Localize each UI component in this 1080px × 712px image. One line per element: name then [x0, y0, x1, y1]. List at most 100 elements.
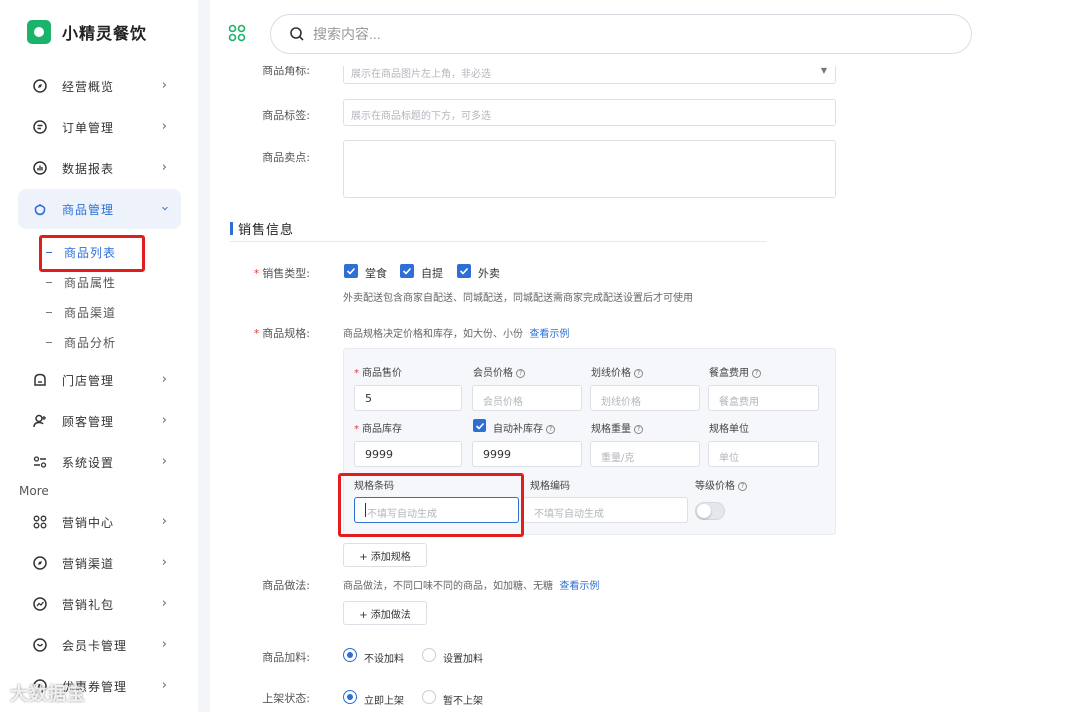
sidebar-item-stores[interactable]: 门店管理 ›: [18, 360, 181, 400]
method-label: 商品做法:: [262, 579, 310, 592]
sidebar-item-marketing-channel[interactable]: 营销渠道 ›: [18, 543, 181, 583]
highlight-box-barcode: [338, 473, 524, 537]
shelf-later-label: 暂不上架: [443, 696, 483, 707]
sale-type-pickup-checkbox[interactable]: [400, 264, 414, 278]
sidebar-item-label: 顾客管理: [62, 414, 115, 429]
sidebar-item-label: 商品管理: [62, 202, 115, 217]
help-icon: ?: [738, 482, 747, 491]
order-icon: [32, 119, 48, 135]
product-tags-label: 商品标签:: [262, 109, 310, 122]
add-method-button[interactable]: + 添加做法: [343, 601, 427, 625]
chevron-right-icon: ›: [161, 413, 167, 428]
spec-code-label: 规格编码: [530, 481, 570, 492]
sidebar-item-gift-pack[interactable]: 营销礼包 ›: [18, 584, 181, 624]
customer-icon: [32, 413, 48, 429]
stock-input[interactable]: 9999: [354, 441, 462, 467]
dashboard-icon: [32, 78, 48, 94]
auto-restock-checkbox[interactable]: [473, 419, 486, 432]
top-header: [210, 0, 1080, 66]
app-name: 小精灵餐饮: [62, 24, 148, 43]
addon-set-radio[interactable]: [422, 648, 436, 662]
addon-set-label: 设置加料: [443, 654, 483, 665]
sale-type-hint: 外卖配送包含商家自配送、同城配送，同城配送需商家完成配送设置后才可使用: [343, 293, 693, 304]
scrollbar[interactable]: [1074, 66, 1080, 712]
marketing-icon: [32, 514, 48, 530]
spec-label: * 商品规格:: [253, 327, 310, 340]
sidebar-item-orders[interactable]: 订单管理 ›: [18, 107, 181, 147]
sale-type-dinein-label: 堂食: [365, 267, 387, 280]
search-bar[interactable]: [270, 14, 972, 54]
sidebar-item-settings[interactable]: 系统设置 ›: [18, 442, 181, 482]
sale-type-label: * 销售类型:: [253, 267, 310, 280]
sidebar-item-marketing-center[interactable]: 营销中心 ›: [18, 502, 181, 542]
product-form: 商品角标: 展示在商品图片左上角，非必选 ▼ 商品标签: 展示在商品标题的下方，…: [210, 66, 1080, 712]
method-example-link[interactable]: 查看示例: [559, 581, 599, 592]
add-spec-button[interactable]: + 添加规格: [343, 543, 427, 567]
chevron-right-icon: ›: [161, 514, 167, 529]
help-icon: ?: [634, 425, 643, 434]
sidebar-subitem-product-attributes[interactable]: 商品属性: [46, 272, 116, 292]
channel-icon: [32, 555, 48, 571]
apps-grid-icon[interactable]: [228, 24, 246, 42]
spec-code-input[interactable]: 不填写自动生成: [523, 497, 688, 523]
member-price-input[interactable]: 会员价格: [472, 385, 582, 411]
settings-icon: [32, 454, 48, 470]
sidebar-subitem-product-channels[interactable]: 商品渠道: [46, 302, 116, 322]
sidebar-subitem-label: 商品渠道: [64, 305, 117, 320]
price-input[interactable]: 5: [354, 385, 462, 411]
sidebar-item-member-card[interactable]: 会员卡管理 ›: [18, 625, 181, 665]
weight-label: 规格重量?: [591, 420, 643, 435]
member-price-label: 会员价格?: [473, 364, 525, 379]
sidebar-subitem-product-analysis[interactable]: 商品分析: [46, 332, 116, 352]
spec-hint: 商品规格决定价格和库存，如大份、小份 查看示例: [343, 329, 570, 340]
section-divider: [230, 241, 767, 242]
auto-restock-label: 自动补库存?: [493, 420, 555, 435]
product-badge-placeholder: 展示在商品图片左上角，非必选: [351, 69, 491, 80]
app-logo[interactable]: 小精灵餐饮: [27, 20, 147, 44]
chevron-right-icon: ›: [161, 678, 167, 693]
product-tags-placeholder: 展示在商品标题的下方，可多选: [351, 111, 491, 122]
sale-type-dinein-checkbox[interactable]: [344, 264, 358, 278]
product-tags-select[interactable]: 展示在商品标题的下方，可多选: [343, 99, 836, 126]
sidebar-item-label: 营销礼包: [62, 597, 115, 612]
strike-price-input[interactable]: 划线价格: [590, 385, 700, 411]
price-label: * 商品售价: [354, 368, 402, 379]
chevron-right-icon: ›: [161, 637, 167, 652]
help-icon: ?: [634, 369, 643, 378]
sidebar-item-label: 门店管理: [62, 373, 115, 388]
sidebar-item-overview[interactable]: 经营概览 ›: [18, 66, 181, 106]
sidebar-item-label: 营销中心: [62, 515, 115, 530]
chevron-right-icon: ›: [161, 160, 167, 175]
addon-none-radio[interactable]: [343, 648, 357, 662]
unit-input[interactable]: 单位: [708, 441, 819, 467]
selling-points-label: 商品卖点:: [262, 151, 310, 164]
gift-icon: [32, 596, 48, 612]
sidebar-item-reports[interactable]: 数据报表 ›: [18, 148, 181, 188]
sale-type-delivery-checkbox[interactable]: [457, 264, 471, 278]
search-icon: [290, 27, 304, 41]
help-icon: ?: [546, 425, 555, 434]
sidebar-subitem-label: 商品分析: [64, 335, 117, 350]
selling-points-textarea[interactable]: [343, 140, 836, 198]
box-fee-label: 餐盒费用?: [709, 364, 761, 379]
member-card-icon: [32, 637, 48, 653]
sidebar-item-customers[interactable]: 顾客管理 ›: [18, 401, 181, 441]
level-price-toggle[interactable]: [695, 502, 725, 520]
sidebar-item-products[interactable]: 商品管理 ›: [18, 189, 181, 229]
product-icon: [32, 201, 48, 217]
shelf-later-radio[interactable]: [422, 690, 436, 704]
sidebar: 小精灵餐饮 经营概览 › 订单管理 › 数据报表 › 商品管理 › 商品列表 商…: [0, 0, 198, 712]
spec-example-link[interactable]: 查看示例: [529, 329, 569, 340]
addon-label: 商品加料:: [262, 651, 310, 664]
search-input[interactable]: [313, 26, 913, 42]
sidebar-item-label: 数据报表: [62, 161, 115, 176]
shelf-now-radio[interactable]: [343, 690, 357, 704]
product-badge-select[interactable]: 展示在商品图片左上角，非必选 ▼: [343, 66, 836, 84]
auto-restock-input[interactable]: 9999: [472, 441, 582, 467]
weight-input[interactable]: 重量/克: [590, 441, 700, 467]
store-icon: [32, 372, 48, 388]
box-fee-input[interactable]: 餐盒费用: [708, 385, 819, 411]
sale-type-delivery-label: 外卖: [478, 267, 500, 280]
chevron-down-icon: ›: [156, 205, 172, 212]
sidebar-item-label: 营销渠道: [62, 556, 115, 571]
